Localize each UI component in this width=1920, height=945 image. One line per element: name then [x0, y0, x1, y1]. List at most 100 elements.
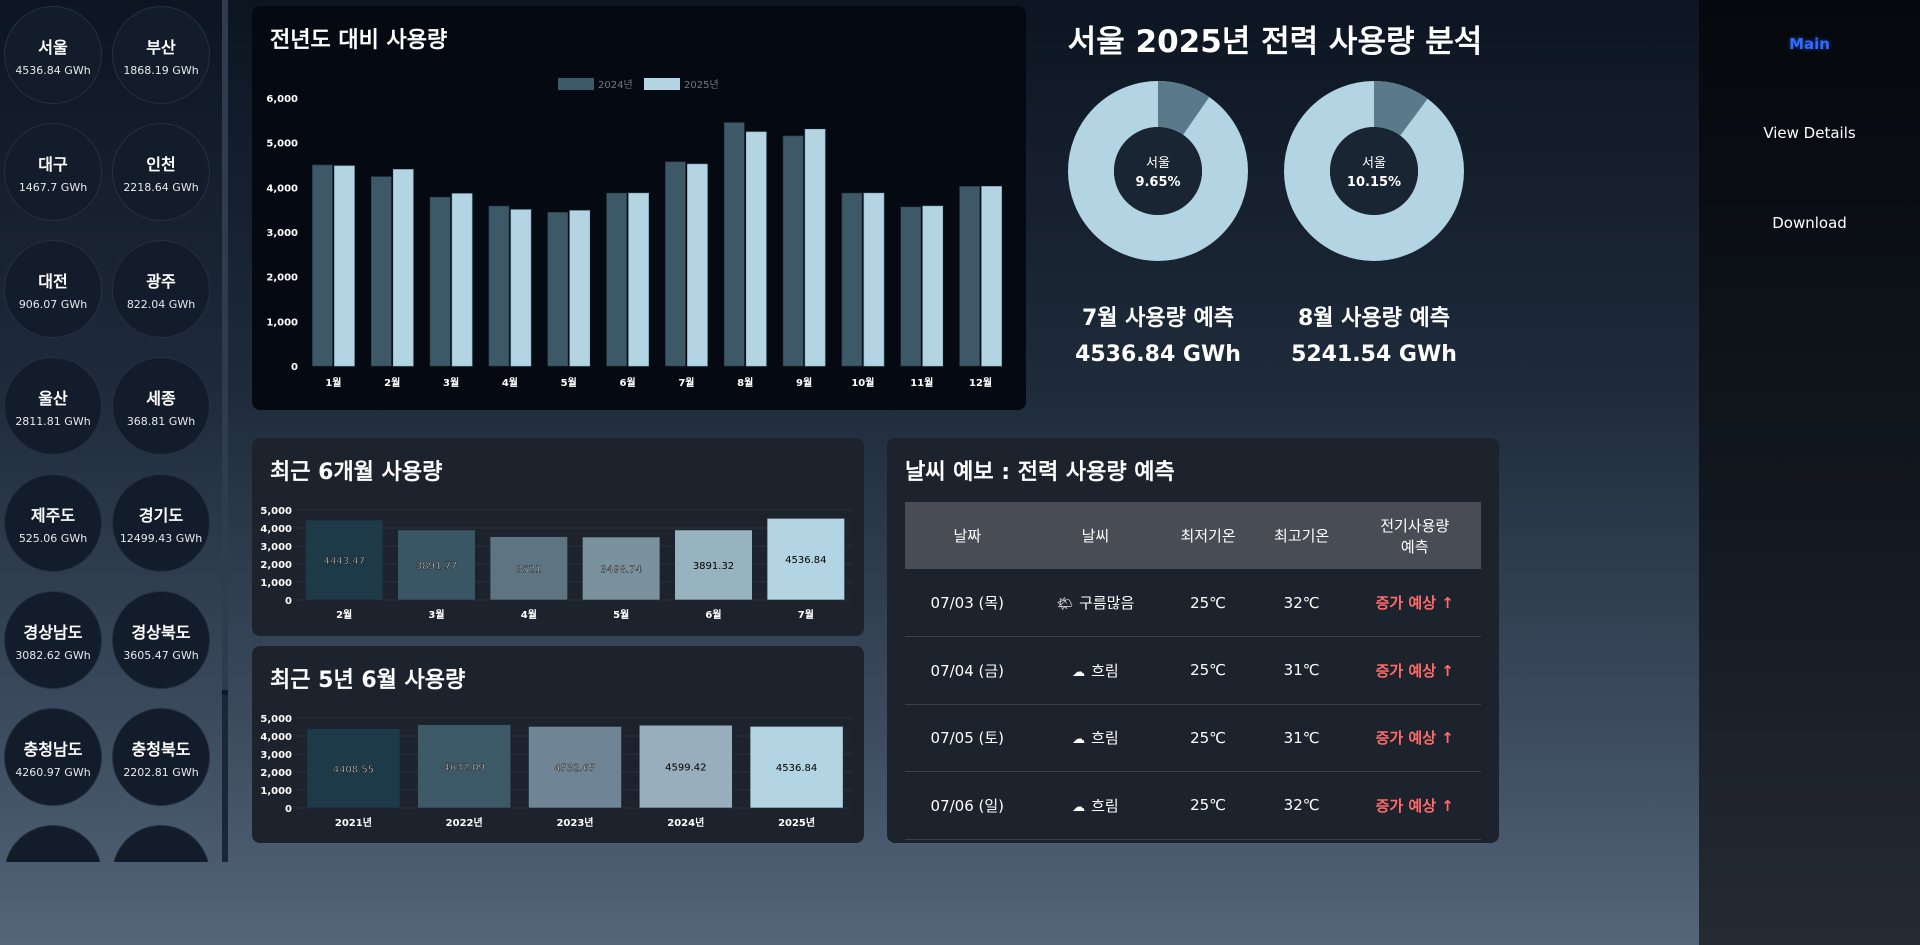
- weather-condition-text: 흐림: [1091, 661, 1119, 680]
- y-tick-label: 5,000: [260, 714, 292, 725]
- bar: [429, 196, 451, 367]
- x-tick-label: 7월: [798, 609, 814, 621]
- view-details-link[interactable]: View Details: [1699, 124, 1920, 142]
- y-tick-label: 2,000: [266, 273, 298, 284]
- y-tick-label: 3,000: [260, 542, 292, 553]
- main-link[interactable]: Main: [1699, 35, 1920, 53]
- region-usage: 525.06 GWh: [18, 531, 88, 545]
- region-button[interactable]: 대전 906.07 GWh: [4, 240, 102, 338]
- region-name: 충청북도: [131, 739, 191, 759]
- weather-high-temp: 32℃: [1254, 771, 1349, 840]
- region-usage: 1868.19 GWh: [123, 63, 199, 77]
- y-tick-label: 3,000: [260, 750, 292, 761]
- x-tick-label: 7월: [678, 377, 694, 389]
- august-donut-chart: 서울 10.15%: [1284, 81, 1464, 261]
- data-label: 4443.47: [323, 556, 364, 567]
- weather-condition-text: 흐림: [1091, 729, 1119, 748]
- region-usage: 1467.7 GWh: [18, 180, 88, 194]
- x-tick-label: 6월: [619, 377, 635, 389]
- header-weather: 날씨: [1029, 502, 1162, 569]
- yoy-bar-chart: 0 1,000 2,000 3,000 4,000 5,000 6,000 2024년 2025…: [266, 78, 1002, 389]
- bar: [451, 193, 473, 367]
- bar: [959, 186, 980, 367]
- region-button[interactable]: [4, 825, 102, 862]
- region-usage: 12499.43 GWh: [119, 531, 203, 545]
- bar: [723, 122, 745, 367]
- region-usage: 906.07 GWh: [18, 297, 88, 311]
- right-nav-panel: Main View Details Download: [1699, 0, 1920, 945]
- region-sidebar[interactable]: 서울 4536.84 GWh 부산 1868.19 GWh 대구 1467.7 GWh 인천…: [0, 0, 222, 862]
- region-button[interactable]: 경기도 12499.43 GWh: [112, 474, 210, 572]
- legend-label: 2025년: [684, 79, 719, 91]
- recent-6-months-card: 최근 6개월 사용량 0 1,000 2,000 3,000 4,000 5,000 444…: [252, 438, 864, 636]
- x-tick-label: 2022년: [446, 816, 483, 829]
- x-tick-label: 2월: [384, 377, 400, 389]
- region-button[interactable]: 제주도 525.06 GWh: [4, 474, 102, 572]
- y-tick-label: 0: [285, 596, 292, 607]
- data-label: 4532.65: [554, 763, 595, 774]
- weather-low-temp: 25℃: [1161, 569, 1255, 637]
- weather-date: 07/03 (목): [905, 569, 1030, 637]
- data-label: 3891.32: [693, 561, 734, 572]
- x-tick-label: 4월: [521, 609, 537, 621]
- weather-low-temp: 25℃: [1161, 704, 1255, 772]
- region-button[interactable]: 부산 1868.19 GWh: [112, 6, 210, 104]
- data-label: 4632.09: [444, 762, 485, 773]
- x-tick-label: 4월: [502, 377, 518, 389]
- weather-condition: ☁ 흐림: [1029, 704, 1162, 772]
- weather-icon: 🌤: [1056, 597, 1074, 612]
- bar: [628, 192, 649, 367]
- y-tick-label: 1,000: [260, 786, 292, 797]
- y-tick-label: 5,000: [266, 139, 298, 150]
- x-tick-label: 2024년: [667, 816, 704, 829]
- bar: [488, 205, 510, 367]
- region-button[interactable]: 경상남도 3082.62 GWh: [4, 591, 102, 689]
- yoy-chart-card: 전년도 대비 사용량 0 1,000 2,000 3,000 4,000 5,000 6,0…: [252, 6, 1026, 410]
- y-tick-label: 2,000: [260, 560, 292, 571]
- sidebar-scrollbar[interactable]: [222, 0, 228, 862]
- download-link[interactable]: Download: [1699, 214, 1920, 232]
- region-button[interactable]: 충청남도 4260.97 GWh: [4, 708, 102, 806]
- weather-low-temp: 25℃: [1161, 771, 1255, 840]
- region-button[interactable]: 세종 368.81 GWh: [112, 357, 210, 455]
- x-tick-label: 2021년: [335, 816, 372, 829]
- region-name: 울산: [38, 388, 68, 408]
- region-button[interactable]: 대구 1467.7 GWh: [4, 123, 102, 221]
- region-usage: 368.81 GWh: [126, 414, 196, 428]
- donut-center-name: 서울: [1362, 156, 1386, 171]
- weather-condition: ☁ 흐림: [1029, 636, 1162, 705]
- region-usage: 4260.97 GWh: [15, 765, 91, 779]
- region-button[interactable]: 울산 2811.81 GWh: [4, 357, 102, 455]
- data-label: 4599.42: [665, 763, 706, 774]
- weather-usage-forecast: 증가 예상 ↑: [1348, 569, 1481, 637]
- y-tick-label: 0: [285, 804, 292, 815]
- bar: [334, 165, 355, 367]
- region-button[interactable]: 서울 4536.84 GWh: [4, 6, 102, 104]
- bar: [804, 128, 826, 367]
- region-button[interactable]: 충청북도 2202.81 GWh: [112, 708, 210, 806]
- region-button[interactable]: [112, 825, 210, 862]
- region-name: 경기도: [138, 505, 184, 525]
- region-button[interactable]: 광주 822.04 GWh: [112, 240, 210, 338]
- five-year-june-chart: 0 1,000 2,000 3,000 4,000 5,000 4408.55 2021년 46…: [260, 714, 852, 829]
- region-name: 경상북도: [131, 622, 191, 642]
- donut-center-percent: 10.15%: [1347, 175, 1401, 190]
- donut-hole: [1114, 127, 1202, 215]
- x-tick-label: 2023년: [556, 816, 593, 829]
- bar: [981, 186, 1002, 367]
- region-button[interactable]: 경상북도 3605.47 GWh: [112, 591, 210, 689]
- weather-date: 07/06 (일): [905, 771, 1030, 840]
- region-button[interactable]: 인천 2218.64 GWh: [112, 123, 210, 221]
- july-donut-chart: 서울 9.65%: [1068, 81, 1248, 261]
- weather-row: 07/04 (금) ☁ 흐림 25℃ 31℃ 증가 예상 ↑: [905, 636, 1481, 705]
- region-name: 대전: [38, 271, 68, 291]
- x-tick-label: 3월: [443, 377, 459, 389]
- weather-condition-text: 흐림: [1091, 796, 1119, 815]
- analysis-title: 서울 2025년 전력 사용량 분석: [1067, 24, 1483, 60]
- y-tick-label: 5,000: [260, 506, 292, 517]
- legend-swatch: [644, 78, 680, 90]
- bar: [665, 161, 686, 367]
- weather-row: 07/05 (토) ☁ 흐림 25℃ 31℃ 증가 예상 ↑: [905, 704, 1481, 772]
- weather-date: 07/04 (금): [905, 636, 1030, 705]
- scrollbar-thumb[interactable]: [222, 0, 228, 690]
